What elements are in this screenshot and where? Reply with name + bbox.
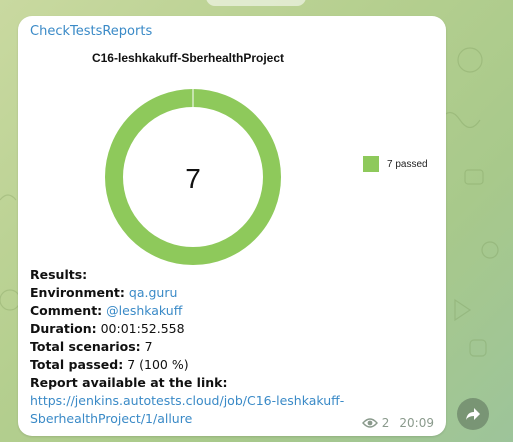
environment-link[interactable]: qa.guru [129, 285, 178, 300]
chart-legend: 7 passed [363, 156, 428, 172]
duration-line: Duration: 00:01:52.558 [30, 320, 430, 338]
sender-name[interactable]: CheckTestsReports [30, 24, 152, 39]
view-count: 2 [381, 416, 390, 430]
message-bubble: CheckTestsReports C16-leshkakuff-Sberhea… [18, 16, 446, 436]
comment-mention[interactable]: @leshkakuff [106, 303, 182, 318]
date-pill [206, 0, 306, 6]
report-link-text-1[interactable]: https://jenkins.autotests.cloud/job/C16-… [30, 393, 344, 408]
report-link-line: Report available at the link: [30, 374, 430, 392]
duration-label: Duration: [30, 321, 97, 336]
comment-label: Comment: [30, 303, 103, 318]
results-label: Results: [30, 267, 88, 282]
results-line: Results: [30, 266, 430, 284]
message-meta: 2 20:09 [361, 416, 434, 430]
message-time: 20:09 [399, 416, 434, 430]
report-link-label: Report available at the link: [30, 375, 228, 390]
environment-label: Environment: [30, 285, 125, 300]
forward-arrow-icon [466, 408, 480, 420]
legend-label-passed: 7 passed [387, 158, 428, 170]
total-passed-line: Total passed: 7 (100 %) [30, 356, 430, 374]
duration-value: 00:01:52.558 [100, 321, 185, 336]
total-passed-value: 7 (100 %) [127, 357, 189, 372]
report-link-text-2[interactable]: SberhealthProject/1/allure [30, 411, 192, 426]
total-scenarios-line: Total scenarios: 7 [30, 338, 430, 356]
environment-line: Environment: qa.guru [30, 284, 430, 302]
total-passed-label: Total passed: [30, 357, 124, 372]
eye-icon [361, 418, 378, 428]
report-link-part1[interactable]: https://jenkins.autotests.cloud/job/C16-… [30, 392, 430, 410]
forward-button[interactable] [457, 398, 489, 430]
report-text: Results: Environment: qa.guru Comment: @… [30, 266, 430, 428]
chart-center-label: 7 [185, 163, 201, 194]
chart-title: C16-leshkakuff-SberhealthProject [91, 51, 285, 65]
total-scenarios-label: Total scenarios: [30, 339, 141, 354]
donut-chart: 7 [105, 88, 281, 265]
legend-swatch-passed [363, 156, 379, 172]
total-scenarios-value: 7 [144, 339, 153, 354]
comment-line: Comment: @leshkakuff [30, 302, 430, 320]
